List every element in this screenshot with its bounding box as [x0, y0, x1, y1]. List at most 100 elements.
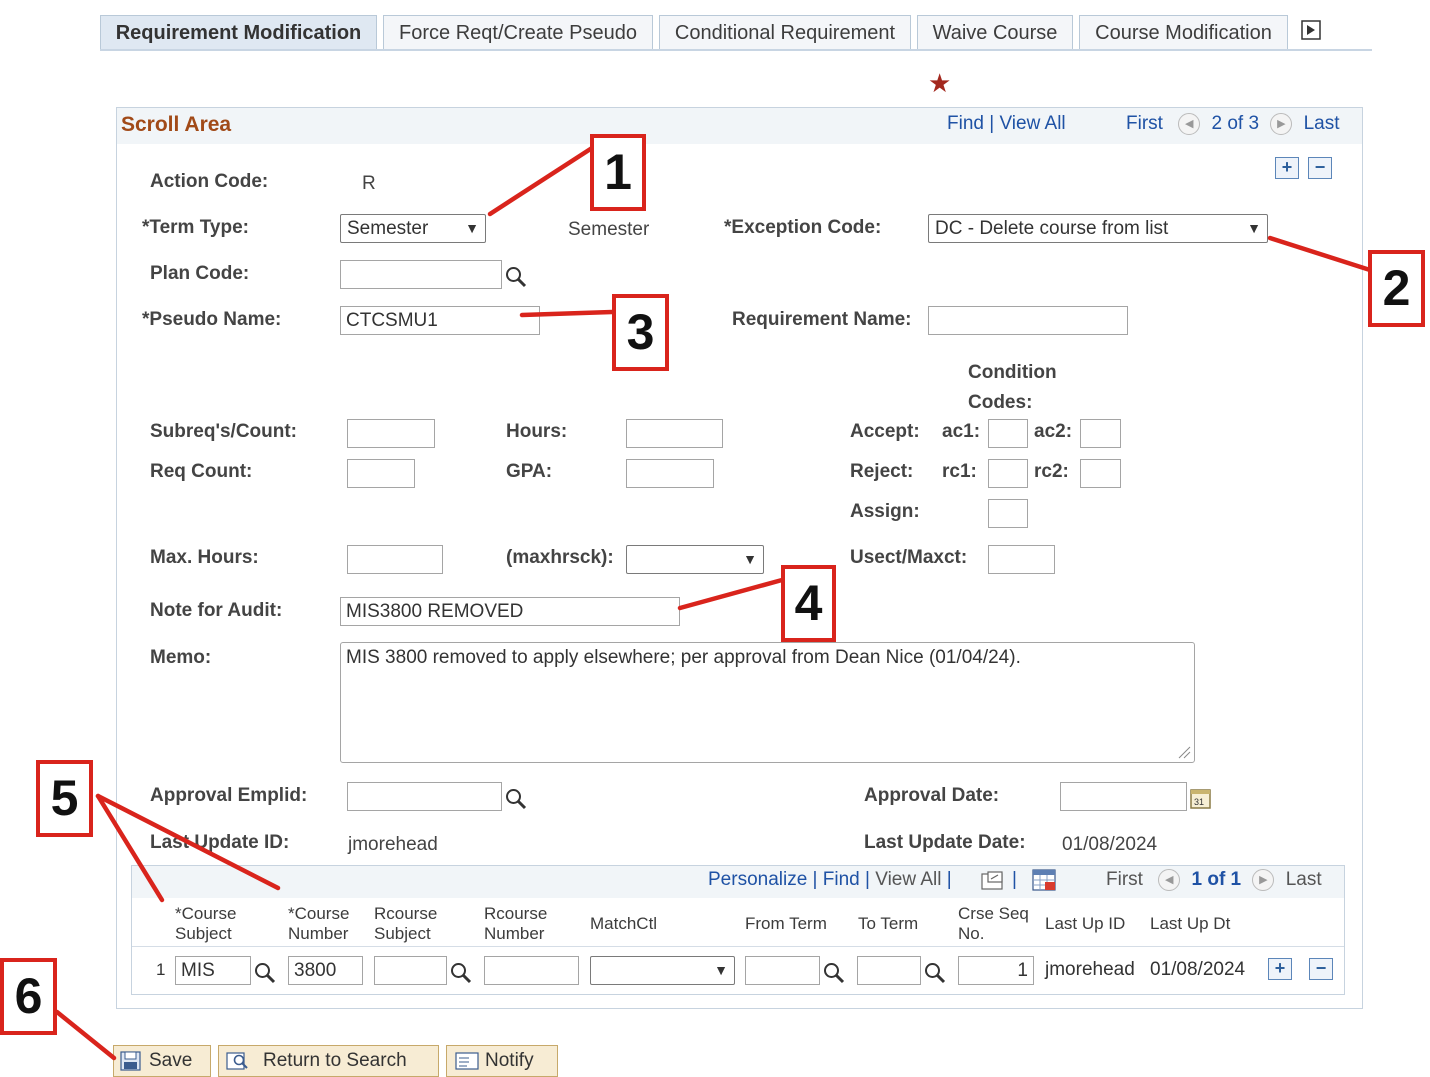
grid-row-counter: 1 of 1: [1191, 869, 1242, 891]
rc1-input[interactable]: [988, 459, 1028, 488]
col-course-subject: *Course Subject: [175, 904, 237, 943]
download-spreadsheet-icon[interactable]: [1031, 867, 1059, 893]
search-icon[interactable]: [449, 961, 473, 985]
scroll-area-title: Scroll Area: [121, 113, 232, 136]
search-icon[interactable]: [253, 961, 277, 985]
required-star-icon: ★: [928, 68, 952, 98]
annotation-1: 1: [590, 134, 646, 211]
hours-input[interactable]: [626, 419, 723, 448]
ac2-input[interactable]: [1080, 419, 1121, 448]
note-for-audit-input[interactable]: MIS3800 REMOVED: [340, 597, 680, 626]
next-icon[interactable]: ▶: [1270, 113, 1293, 135]
grid-next-icon[interactable]: ▶: [1252, 869, 1275, 891]
scroll-area-nav: Find | View All: [947, 113, 1066, 134]
col-last-up-id: Last Up ID: [1045, 914, 1126, 933]
course-number-input[interactable]: 3800: [288, 956, 363, 985]
prev-icon[interactable]: ◀: [1178, 113, 1201, 135]
grid-prev-icon[interactable]: ◀: [1158, 869, 1181, 891]
last-link[interactable]: Last: [1304, 113, 1340, 134]
grid-first-link[interactable]: First: [1106, 869, 1143, 890]
plan-code-input[interactable]: [340, 260, 502, 289]
grid-add-row-icon[interactable]: +: [1268, 958, 1292, 980]
personalize-link[interactable]: Personalize: [708, 869, 807, 890]
tab-course-modification[interactable]: Course Modification: [1079, 15, 1288, 50]
col-rcourse-subject: Rcourse Subject: [374, 904, 438, 943]
approval-date-input[interactable]: [1060, 782, 1187, 811]
grid-delete-row-icon[interactable]: −: [1309, 958, 1333, 980]
maxhrsck-select[interactable]: ▼: [626, 545, 764, 574]
exception-code-select[interactable]: DC - Delete course from list ▼: [928, 214, 1268, 243]
col-crse-seq: Crse Seq No.: [958, 904, 1029, 943]
memo-label: Memo:: [150, 647, 212, 668]
col-to-term: To Term: [858, 914, 919, 933]
course-subject-input[interactable]: MIS: [175, 956, 251, 985]
first-link[interactable]: First: [1126, 113, 1163, 134]
hours-label: Hours:: [506, 421, 568, 442]
last-update-id-value: jmorehead: [348, 834, 438, 855]
grid-find-link[interactable]: Find: [823, 869, 860, 890]
usect-maxct-label: Usect/Maxct:: [850, 547, 968, 568]
max-hours-input[interactable]: [347, 545, 443, 574]
search-icon[interactable]: [923, 961, 947, 985]
view-all-link[interactable]: View All: [999, 113, 1065, 134]
grid-toolbar-links: Personalize | Find | View All |: [708, 869, 952, 890]
req-count-input[interactable]: [347, 459, 415, 488]
tab-waive-course[interactable]: Waive Course: [917, 15, 1073, 50]
notify-icon: [455, 1052, 479, 1070]
col-course-number: *Course Number: [288, 904, 350, 943]
search-icon[interactable]: [822, 961, 846, 985]
tab-requirement-modification[interactable]: Requirement Modification: [100, 15, 377, 50]
save-icon: [120, 1051, 141, 1071]
tab-force-reqt[interactable]: Force Reqt/Create Pseudo: [383, 15, 653, 50]
pseudo-name-input[interactable]: CTCSMU1: [340, 306, 540, 335]
last-update-date-value: 01/08/2024: [1062, 834, 1158, 855]
rc2-label: rc2:: [1034, 461, 1069, 482]
approval-emplid-input[interactable]: [347, 782, 502, 811]
memo-textarea[interactable]: MIS 3800 removed to apply elsewhere; per…: [340, 642, 1195, 763]
chevron-down-icon: ▼: [743, 551, 757, 567]
requirement-name-input[interactable]: [928, 306, 1128, 335]
requirement-name-label: Requirement Name:: [732, 309, 912, 330]
term-type-select[interactable]: Semester ▼: [340, 214, 486, 243]
to-term-input[interactable]: [857, 956, 921, 985]
usect-maxct-input[interactable]: [988, 545, 1055, 574]
rcourse-number-input[interactable]: [484, 956, 579, 985]
rcourse-subject-input[interactable]: [374, 956, 447, 985]
delete-row-icon[interactable]: −: [1308, 157, 1332, 179]
notify-button[interactable]: Notify: [446, 1045, 558, 1077]
matchctl-select[interactable]: ▼: [590, 956, 735, 985]
chevron-down-icon: ▼: [714, 962, 728, 978]
search-icon[interactable]: [504, 265, 528, 289]
tab-next-icon[interactable]: [1300, 19, 1324, 43]
gpa-label: GPA:: [506, 461, 553, 482]
zoom-icon[interactable]: [980, 870, 1006, 892]
search-icon[interactable]: [504, 787, 528, 811]
subreq-count-label: Subreq's/Count:: [150, 421, 298, 442]
approval-date-label: Approval Date:: [864, 785, 1000, 806]
req-count-label: Req Count:: [150, 461, 253, 482]
pseudo-name-label: *Pseudo Name:: [142, 309, 282, 330]
chevron-down-icon: ▼: [465, 220, 479, 236]
assign-input[interactable]: [988, 499, 1028, 528]
rc2-input[interactable]: [1080, 459, 1121, 488]
scroll-area-pager: First ◀ 2 of 3 ▶ Last: [1126, 113, 1340, 135]
crse-seq-input[interactable]: 1: [958, 956, 1034, 985]
note-for-audit-label: Note for Audit:: [150, 600, 283, 621]
tab-conditional-requirement[interactable]: Conditional Requirement: [659, 15, 911, 50]
gpa-input[interactable]: [626, 459, 714, 488]
svg-text:31: 31: [1194, 797, 1204, 807]
return-to-search-button[interactable]: Return to Search: [218, 1045, 439, 1077]
maxhrsck-label: (maxhrsck):: [506, 547, 614, 568]
find-link[interactable]: Find: [947, 113, 984, 134]
calendar-icon[interactable]: 31: [1189, 786, 1213, 810]
condition-codes-label-2: Codes:: [968, 392, 1033, 413]
resize-handle-icon[interactable]: [1177, 745, 1191, 759]
add-row-icon[interactable]: +: [1275, 157, 1299, 179]
grid-last-link[interactable]: Last: [1286, 869, 1322, 890]
ac1-input[interactable]: [988, 419, 1028, 448]
from-term-input[interactable]: [745, 956, 820, 985]
row-counter: 2 of 3: [1211, 113, 1260, 135]
grid-view-all-link[interactable]: View All: [875, 869, 941, 890]
subreq-count-input[interactable]: [347, 419, 435, 448]
save-button[interactable]: Save: [113, 1045, 211, 1077]
